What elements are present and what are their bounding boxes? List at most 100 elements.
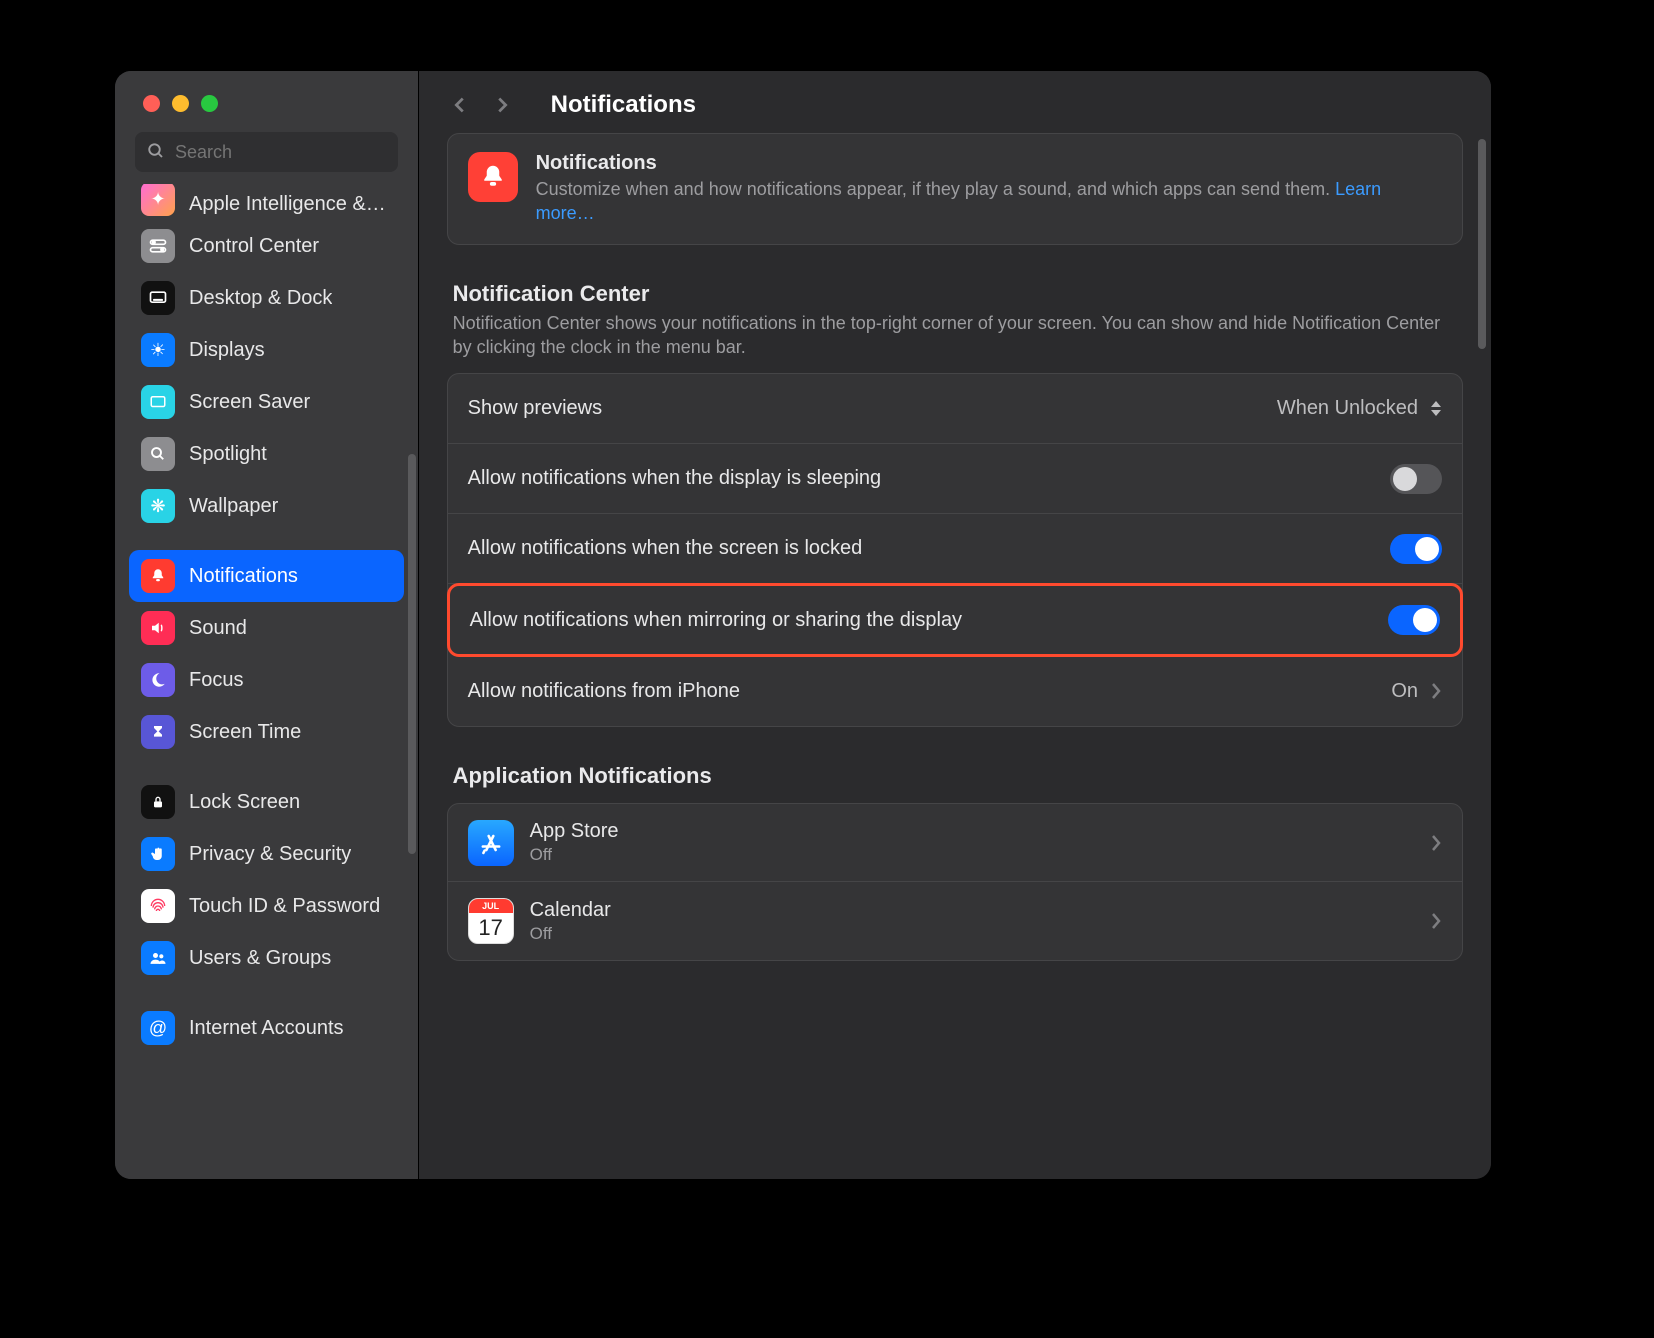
- chevron-right-icon: [1430, 682, 1442, 700]
- sidebar-item-apple-intelligence[interactable]: ✦ Apple Intelligence &…: [129, 184, 404, 220]
- app-status: Off: [530, 924, 611, 944]
- sidebar-item-users-groups[interactable]: Users & Groups: [129, 932, 404, 984]
- sidebar-item-label: Control Center: [189, 235, 319, 258]
- sidebar-scroll[interactable]: ✦ Apple Intelligence &… Control Center D…: [115, 184, 418, 1179]
- section-description: Notification Center shows your notificat…: [453, 311, 1457, 360]
- sidebar: ✦ Apple Intelligence &… Control Center D…: [115, 71, 419, 1179]
- intro-description: Customize when and how notifications app…: [536, 177, 1442, 226]
- row-label: Show previews: [468, 397, 603, 420]
- iphone-value: On: [1391, 680, 1418, 703]
- bell-icon: [468, 152, 518, 202]
- sidebar-item-label: Spotlight: [189, 443, 267, 466]
- sidebar-item-label: Focus: [189, 669, 243, 692]
- sidebar-item-label: Displays: [189, 339, 265, 362]
- moon-icon: [141, 663, 175, 697]
- sidebar-item-focus[interactable]: Focus: [129, 654, 404, 706]
- main-scrollbar-thumb[interactable]: [1478, 139, 1486, 349]
- minimize-button[interactable]: [172, 95, 189, 112]
- sidebar-item-label: Wallpaper: [189, 495, 278, 518]
- lock-icon: [141, 785, 175, 819]
- brightness-icon: ☀: [141, 333, 175, 367]
- row-allow-from-iphone[interactable]: Allow notifications from iPhone On: [448, 656, 1462, 726]
- notification-center-settings: Show previews When Unlocked Allow notifi…: [447, 373, 1463, 727]
- magnifier-icon: [141, 437, 175, 471]
- row-label: Allow notifications when the display is …: [468, 467, 882, 490]
- people-icon: [141, 941, 175, 975]
- row-allow-when-locked: Allow notifications when the screen is l…: [448, 514, 1462, 584]
- intro-body-text: Customize when and how notifications app…: [536, 179, 1336, 199]
- intro-title: Notifications: [536, 152, 1442, 175]
- sidebar-item-privacy-security[interactable]: Privacy & Security: [129, 828, 404, 880]
- sidebar-item-label: Notifications: [189, 565, 298, 588]
- sidebar-item-spotlight[interactable]: Spotlight: [129, 428, 404, 480]
- sidebar-item-label: Internet Accounts: [189, 1017, 344, 1040]
- sidebar-item-internet-accounts[interactable]: @ Internet Accounts: [129, 1002, 404, 1054]
- sidebar-item-sound[interactable]: Sound: [129, 602, 404, 654]
- sidebar-item-wallpaper[interactable]: ❋ Wallpaper: [129, 480, 404, 532]
- dock-icon: [141, 281, 175, 315]
- row-allow-when-sleeping: Allow notifications when the display is …: [448, 444, 1462, 514]
- switches-icon: [141, 229, 175, 263]
- show-previews-value: When Unlocked: [1277, 397, 1418, 420]
- sidebar-item-label: Lock Screen: [189, 791, 300, 814]
- main-scroll[interactable]: Notifications Customize when and how not…: [419, 133, 1491, 1179]
- sidebar-item-screen-saver[interactable]: Screen Saver: [129, 376, 404, 428]
- search-icon: [147, 142, 165, 160]
- chevron-right-icon: [1430, 912, 1442, 930]
- row-label: Allow notifications when the screen is l…: [468, 537, 863, 560]
- speaker-icon: [141, 611, 175, 645]
- app-store-icon: [468, 820, 514, 866]
- app-name: Calendar: [530, 899, 611, 922]
- sidebar-item-label: Touch ID & Password: [189, 895, 380, 918]
- close-button[interactable]: [143, 95, 160, 112]
- app-row-calendar[interactable]: JUL 17 Calendar Off: [448, 882, 1462, 960]
- chevron-right-icon: [1430, 834, 1442, 852]
- sparkle-icon: ✦: [141, 184, 175, 216]
- window-traffic-lights: [115, 71, 418, 112]
- section-title: Notification Center: [453, 281, 1457, 307]
- sidebar-item-label: Screen Saver: [189, 391, 310, 414]
- sidebar-item-label: Sound: [189, 617, 247, 640]
- row-show-previews[interactable]: Show previews When Unlocked: [448, 374, 1462, 444]
- updown-icon[interactable]: [1430, 400, 1442, 417]
- row-label: Allow notifications when mirroring or sh…: [470, 609, 962, 632]
- system-settings-window: ✦ Apple Intelligence &… Control Center D…: [115, 71, 1491, 1179]
- app-notifications-list: App Store Off JUL 17 Calendar: [447, 803, 1463, 961]
- sidebar-item-screen-time[interactable]: Screen Time: [129, 706, 404, 758]
- intro-card: Notifications Customize when and how not…: [447, 133, 1463, 245]
- calendar-month-label: JUL: [469, 899, 513, 913]
- page-title: Notifications: [551, 91, 696, 119]
- sidebar-item-notifications[interactable]: Notifications: [129, 550, 404, 602]
- toggle-allow-when-sleeping[interactable]: [1390, 464, 1442, 494]
- sidebar-item-lock-screen[interactable]: Lock Screen: [129, 776, 404, 828]
- app-notifications-heading: Application Notifications: [453, 763, 1457, 789]
- sidebar-item-control-center[interactable]: Control Center: [129, 220, 404, 272]
- zoom-button[interactable]: [201, 95, 218, 112]
- sidebar-scrollbar-thumb[interactable]: [408, 454, 416, 854]
- sidebar-item-desktop-dock[interactable]: Desktop & Dock: [129, 272, 404, 324]
- app-name: App Store: [530, 820, 619, 843]
- toggle-allow-when-locked[interactable]: [1390, 534, 1442, 564]
- toggle-allow-when-mirroring[interactable]: [1388, 605, 1440, 635]
- hand-icon: [141, 837, 175, 871]
- row-label: Allow notifications from iPhone: [468, 680, 740, 703]
- app-status: Off: [530, 845, 619, 865]
- sidebar-item-label: Users & Groups: [189, 947, 331, 970]
- sidebar-item-label: Privacy & Security: [189, 843, 351, 866]
- sidebar-item-touchid-password[interactable]: Touch ID & Password: [129, 880, 404, 932]
- main-header: Notifications: [419, 71, 1491, 133]
- row-allow-when-mirroring: Allow notifications when mirroring or sh…: [447, 583, 1463, 657]
- notification-center-heading: Notification Center Notification Center …: [453, 281, 1457, 360]
- main-panel: Notifications Notifications Customize wh…: [419, 71, 1491, 1179]
- sidebar-item-label: Apple Intelligence &…: [189, 193, 386, 216]
- nav-forward-button[interactable]: [491, 94, 513, 116]
- fingerprint-icon: [141, 889, 175, 923]
- app-row-app-store[interactable]: App Store Off: [448, 804, 1462, 882]
- calendar-icon: JUL 17: [468, 898, 514, 944]
- hourglass-icon: [141, 715, 175, 749]
- sidebar-item-label: Screen Time: [189, 721, 301, 744]
- sidebar-item-displays[interactable]: ☀ Displays: [129, 324, 404, 376]
- nav-back-button[interactable]: [449, 94, 471, 116]
- search-input[interactable]: [135, 132, 398, 172]
- at-icon: @: [141, 1011, 175, 1045]
